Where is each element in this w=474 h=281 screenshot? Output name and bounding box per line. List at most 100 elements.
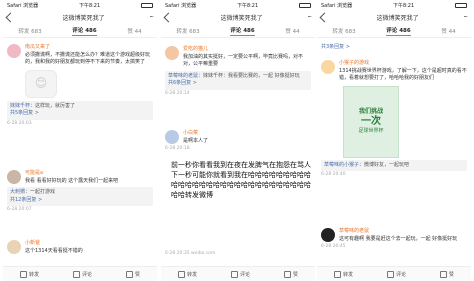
avatar[interactable] [7,170,21,184]
comment-author[interactable]: 可能是a [25,170,118,178]
comment-button[interactable]: 评论 [230,270,250,278]
comment-text: 必须撒谎啊，不撒谎还能怎么办？难道这个游戏超级好玩的，我和我的好朋友都玩到停不下… [25,51,151,66]
comment-text: 我看 看看好好玩的 这个露天我们一起来吧 [25,177,119,184]
comment-author[interactable]: 爱吃的猫儿 [183,46,311,54]
tab-comments[interactable]: 评论 486 [72,26,97,36]
tab-comments[interactable]: 评论 486 [230,26,255,36]
reply-author[interactable]: 草莓味的小猴子 [324,162,359,168]
tab-likes[interactable]: 赞 44 [441,27,455,35]
comment-icon [386,270,394,278]
comment-text: 是啊本人了 [183,137,209,144]
like-icon [125,270,133,278]
more-icon[interactable]: ··· [149,13,154,21]
comment-text: 这个1314天看看挺不错的 [25,247,83,254]
page-title: 这微博笑死我了 [220,14,263,22]
comment-time: 6-28 20:40 [321,172,346,177]
avatar[interactable] [165,130,179,144]
more-replies-link[interactable]: 共3条回复 > [321,44,467,52]
reply-box[interactable]: 妹妹千杯：这样玩，就厉害了 共5条回复 > [7,100,153,120]
comment-item: 小猴子的游戏 1314挑战赛世界杯游戏，了解一下，这个是超时真的看不错，看着就想… [321,60,467,179]
comment-author[interactable]: 小猴子的游戏 [339,60,467,68]
comment-item: 可能是a 我看 看看好好玩的 这个露天我们一起来吧 大刺猬：一起打游戏 共12条… [7,170,153,214]
screen-panel-3: Safari 浏览器 下午8:21 这微博笑死我了 ··· 转发 683 评论 … [317,0,471,281]
repost-icon [19,270,27,278]
status-app-label: Safari 浏览器 [321,2,353,9]
avatar[interactable] [165,46,179,60]
post-meta: 6-28 20:35 weibo.com [165,251,216,256]
reply-author[interactable]: 妹妹千杯 [10,103,30,109]
back-icon[interactable] [163,12,174,22]
repost-icon [333,270,341,278]
repost-button[interactable]: 转发 [333,270,353,278]
more-replies-link[interactable]: 共5条回复 > [10,110,150,118]
back-icon[interactable] [319,12,330,22]
like-button[interactable]: 赞 [439,270,454,278]
tab-reposts[interactable]: 转发 683 [176,27,199,35]
avatar[interactable] [321,60,335,74]
comment-button[interactable]: 评论 [72,270,92,278]
reply-author[interactable]: 大刺猬 [10,189,25,195]
bottom-toolbar: 转发 评论 赞 [317,266,471,281]
status-time: 下午8:21 [78,2,101,9]
more-replies-link[interactable]: 共12条回复 > [10,197,150,205]
like-button[interactable]: 赞 [125,270,140,278]
more-replies-link[interactable]: 共6条回复 > [168,80,308,88]
comment-icon [230,270,238,278]
avatar[interactable] [7,240,21,254]
like-icon [439,270,447,278]
comment-text: 这可有趣啊 我要是赶这个去一起玩，一起 好像挺好玩 [339,235,458,242]
comment-time: 6-28 20:07 [7,207,32,212]
battery-icon [141,2,153,8]
status-time: 下午8:21 [392,2,415,9]
reply-text: 微博好友，一起玩吧 [364,161,410,168]
avatar[interactable] [321,228,335,242]
comment-author[interactable]: 草莓味的老鼠 [339,228,457,236]
tab-bar: 转发 683 评论 486 赞 44 [317,24,471,38]
bottom-toolbar: 转发 评论 赞 [3,266,157,281]
status-app-label: Safari 浏览器 [165,2,197,9]
comment-author[interactable]: 小白菜 [183,130,208,138]
screen-panel-1: Safari 浏览器 下午8:21 这微博笑死我了 ··· 转发 683 评论 … [3,0,157,281]
repost-button[interactable]: 转发 [177,270,197,278]
comment-time: 6-28 20:45 [321,244,346,249]
reply-box[interactable]: 大刺猬：一起打游戏 共12条回复 > [7,187,153,206]
tab-likes[interactable]: 赞 44 [127,27,141,35]
comment-author[interactable]: 南瓜又来了 [25,44,153,52]
quoted-post-text: 前一秒你看看我到在夜在发脾气在抱怨在骂人 下一秒可能你就看到我在哈哈哈哈哈哈哈哈… [171,161,311,199]
tab-bar: 转发 683 评论 486 赞 44 [161,24,315,38]
comment-time: 6-28 20:14 [165,90,190,96]
page-title: 这微博笑死我了 [376,14,419,22]
comment-icon [72,270,80,278]
tab-reposts[interactable]: 转发 683 [332,27,355,35]
comment-item: 小白菜 是啊本人了 6-28 20:18 [165,130,311,153]
like-button[interactable]: 赞 [283,270,298,278]
comment-button[interactable]: 评论 [386,270,406,278]
repost-button[interactable]: 转发 [19,270,39,278]
reply-text: 妹妹千杯：我看要比赛的，一起 好像挺好玩 [203,72,300,79]
avatar[interactable] [7,44,21,58]
comment-text: 1314挑战赛世界杯游戏，了解一下，这个是超时真的看不错，看着就想要打了，哈哈哈… [339,67,467,82]
nav-bar: 这微博笑死我了 ··· [317,10,471,24]
reply-text: 一起打游戏 [30,189,56,195]
back-icon[interactable] [5,12,16,22]
comment-item: 小新爸 这个1314天看看挺不错的 [7,240,153,255]
status-time: 下午8:21 [236,2,259,9]
reply-author[interactable]: 草莓味的老鼠 [168,73,198,79]
tab-likes[interactable]: 赞 44 [285,27,299,35]
more-icon[interactable]: ··· [307,13,312,21]
status-bar: Safari 浏览器 下午8:21 [161,0,315,10]
reply-box[interactable]: 草莓味的小猴子：微博好友，一起玩吧 [321,159,467,171]
status-bar: Safari 浏览器 下午8:21 [3,0,157,10]
reply-box[interactable]: 草莓味的老鼠：妹妹千杯：我看要比赛的，一起 好像挺好玩 共6条回复 > [165,70,311,90]
tab-comments[interactable]: 评论 486 [386,26,411,36]
more-icon[interactable]: ··· [463,13,468,21]
comment-author[interactable]: 小新爸 [25,240,83,248]
sticker-image: 😊 [25,69,57,98]
comment-time: 6-28 20:18 [165,146,190,151]
like-icon [283,270,291,278]
comment-item: 南瓜又来了 必须撒谎啊，不撒谎还能怎么办？难道这个游戏超级好玩的，我和我的好朋友… [7,44,153,127]
nav-bar: 这微博笑死我了 ··· [3,10,157,24]
game-poster-image[interactable]: 我们挑战 一次 足球世界杯 [343,85,399,158]
tab-reposts[interactable]: 转发 683 [18,27,41,35]
comment-time: 6-28 20:03 [7,120,32,126]
